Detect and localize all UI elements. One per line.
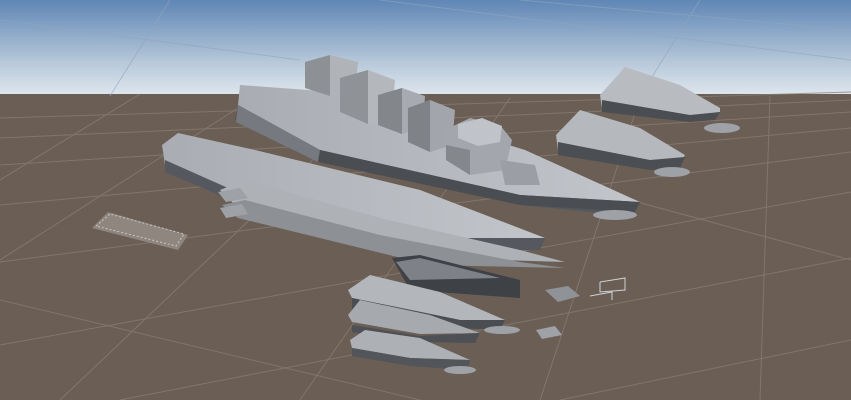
scene-canvas[interactable]: [0, 0, 851, 400]
scene-viewport[interactable]: [0, 0, 851, 400]
sky: [0, 0, 851, 96]
